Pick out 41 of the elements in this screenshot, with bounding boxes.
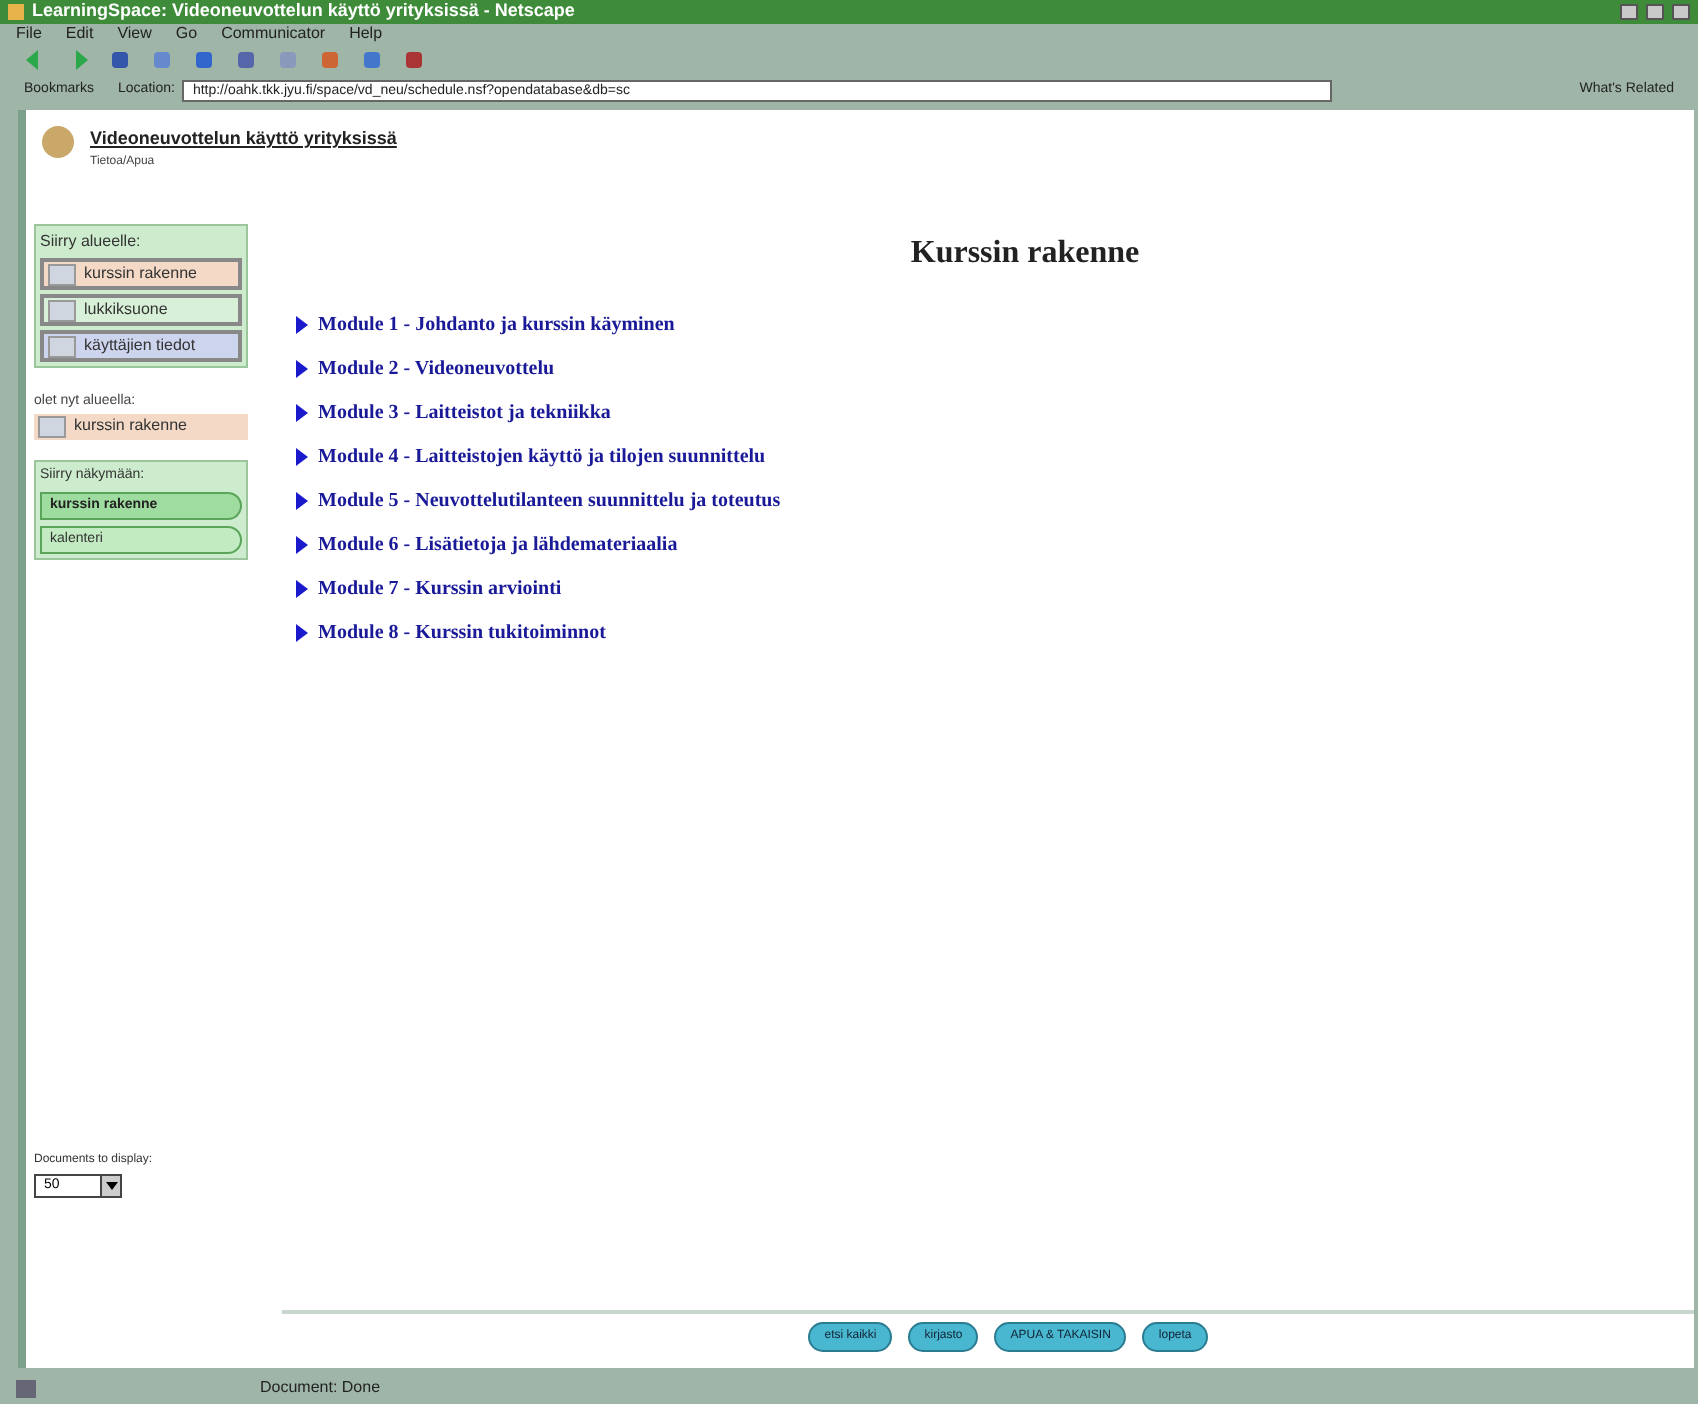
area-icon [48,263,76,285]
triangle-icon [296,624,308,642]
menu-item[interactable]: Help [349,22,383,46]
close-icon[interactable] [1672,4,1690,20]
triangle-icon [296,580,308,598]
maximize-icon[interactable] [1646,4,1664,20]
triangle-icon [296,492,308,510]
minimize-icon[interactable] [1620,4,1638,20]
menu-item[interactable]: View [117,22,152,46]
triangle-icon [296,536,308,554]
module-link[interactable]: Module 3 - Laitteistot ja tekniikka [318,398,611,428]
course-title-link[interactable]: Videoneuvottelun käyttö yrityksissä [90,126,397,153]
module-link[interactable]: Module 4 - Laitteistojen käyttö ja tilojen suunnittelu [318,442,766,472]
triangle-icon [296,448,308,466]
module-link[interactable]: Module 6 - Lisätietoja ja lähdemateriaalia [318,530,678,560]
course-logo-icon [42,126,74,158]
current-area: kurssin rakenne [34,413,248,439]
triangle-icon [296,360,308,378]
module-link[interactable]: Module 5 - Neuvottelutilanteen suunnittelu ja toteutus [318,486,781,516]
area-icon [48,335,76,357]
module-link[interactable]: Module 1 - Johdanto ja kurssin käyminen [318,310,675,340]
area-link[interactable]: kurssin rakenne [40,258,242,290]
window-title: LearningSpace: Videoneuvottelun käyttö yrityksissä - Netscape [32,0,575,25]
menu-item[interactable]: Communicator [221,22,326,46]
status-text: Document: Done [260,1376,381,1400]
app-icon [8,4,24,20]
area-icon [48,299,76,321]
panel-heading: Siirry alueelle: [40,230,143,254]
triangle-icon [296,316,308,334]
area-link[interactable]: käyttäjien tiedot [40,330,242,362]
module-link[interactable]: Module 7 - Kurssin arviointi [318,574,562,604]
triangle-icon [296,404,308,422]
module-link[interactable]: Module 2 - Videoneuvottelu [318,354,555,384]
menu-item[interactable]: Go [175,22,198,46]
menu-item[interactable]: File [16,22,42,46]
module-link[interactable]: Module 8 - Kurssin tukitoiminnot [318,618,606,648]
dropdown-arrow-icon [100,1176,120,1196]
area-link[interactable]: lukkiksuone [40,294,242,326]
menu-item[interactable]: Edit [65,22,94,46]
area-icon [38,415,66,437]
page-heading: Kurssin rakenne [910,234,1140,274]
